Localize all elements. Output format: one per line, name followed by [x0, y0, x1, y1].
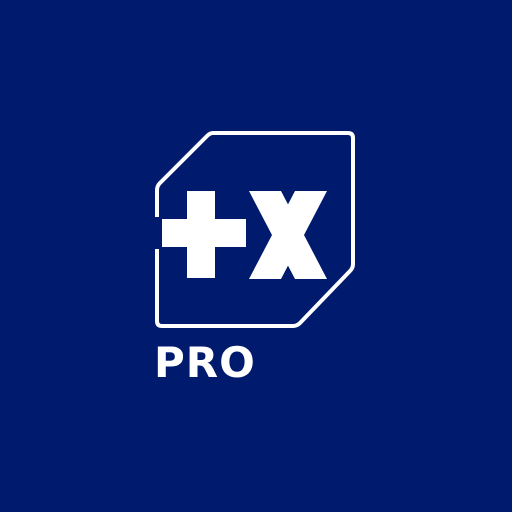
x-letter — [249, 191, 327, 279]
pro-label: PRO — [154, 338, 256, 387]
plus-sign — [162, 191, 246, 278]
app-icon: PRO — [0, 0, 512, 512]
plus-x-logo-icon — [150, 131, 355, 328]
